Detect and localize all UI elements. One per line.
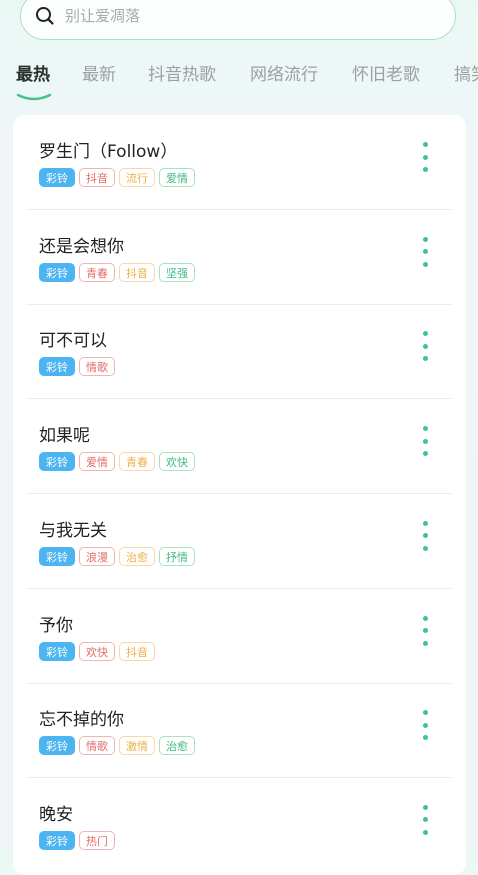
tag: 爱情 [79, 452, 115, 472]
search-icon [36, 7, 54, 25]
more-vertical-icon[interactable] [415, 142, 435, 172]
more-vertical-icon[interactable] [415, 520, 435, 551]
tag: 抖音 [119, 641, 155, 661]
more-dot [422, 640, 428, 646]
more-dot [422, 142, 428, 147]
list-item[interactable]: 予你彩铃 欢快 抖音 [13, 589, 466, 684]
song-list: 罗生门（Follow） 彩铃 抖音 流行 爱情 还是会想你 彩铃 青春 抖音 坚强 可不可以 彩铃 情歌… [13, 115, 466, 875]
list-item[interactable]: 如果呢彩铃 爱情 青春 欢快 [13, 399, 466, 495]
tag: 青春 [79, 262, 115, 282]
song-tags: 彩铃 青春 抖音 坚强 [39, 262, 195, 282]
list-item[interactable]: 与我无关彩铃 浪漫 治愈 抒情 [13, 494, 466, 589]
tab-funny[interactable]: 搞笑 [454, 60, 478, 85]
search-input[interactable] [63, 6, 427, 26]
more-dot [422, 331, 428, 337]
more-dot [422, 533, 428, 539]
more-dot [422, 356, 428, 362]
more-dot [422, 343, 428, 349]
category-tabs: 最热 最新 抖音热歌 网络流行 怀旧老歌 搞笑 [0, 56, 478, 104]
more-dot [422, 236, 428, 242]
tab-internet-popular[interactable]: 网络流行 [250, 60, 318, 85]
more-dot [422, 804, 428, 810]
ringtone-badge: 彩铃 [39, 736, 75, 756]
list-item[interactable]: 忘不掉的你彩铃 情歌 激情 治愈 [13, 683, 466, 779]
tab-douyin-hits[interactable]: 抖音热歌 [148, 60, 216, 85]
tag: 治愈 [159, 736, 195, 756]
song-tags: 彩铃 浪漫 治愈 抒情 [39, 546, 195, 566]
more-dot [422, 615, 428, 621]
song-tags: 彩铃 情歌 [39, 357, 115, 377]
more-dot [422, 167, 428, 172]
list-item[interactable]: 可不可以彩铃 情歌 [13, 304, 466, 400]
tag: 抖音 [119, 262, 155, 282]
song-title: 如果呢 [39, 426, 90, 447]
ringtone-badge: 彩铃 [39, 452, 75, 472]
more-dot [422, 438, 428, 444]
more-dot [422, 426, 428, 432]
song-title: 可不可以 [39, 331, 107, 352]
song-title: 与我无关 [39, 520, 107, 541]
tab-newest[interactable]: 最新 [82, 60, 116, 85]
more-dot [422, 545, 428, 551]
more-vertical-icon[interactable] [415, 426, 435, 457]
tag: 抒情 [159, 546, 195, 566]
tag: 青春 [119, 452, 155, 472]
tag: 抖音 [79, 168, 115, 187]
ringtone-badge: 彩铃 [39, 262, 75, 282]
more-dot [422, 722, 428, 728]
song-title: 予你 [39, 615, 73, 636]
search-bar[interactable] [20, 0, 456, 40]
song-tags: 彩铃 情歌 激情 治愈 [39, 736, 195, 756]
song-title: 还是会想你 [39, 236, 124, 257]
tag: 流行 [119, 168, 155, 187]
more-dot [422, 817, 428, 823]
active-tab-indicator [16, 93, 52, 101]
more-dot [422, 261, 428, 267]
more-vertical-icon[interactable] [415, 710, 435, 741]
more-dot [422, 520, 428, 526]
list-item[interactable]: 还是会想你彩铃 青春 抖音 坚强 [13, 210, 466, 305]
song-tags: 彩铃 抖音 流行 爱情 [39, 168, 195, 187]
tag: 热门 [79, 830, 115, 850]
more-vertical-icon[interactable] [415, 331, 435, 362]
ringtone-badge: 彩铃 [39, 830, 75, 850]
tag: 欢快 [79, 641, 115, 661]
more-vertical-icon[interactable] [415, 804, 435, 835]
song-tags: 彩铃 欢快 抖音 [39, 641, 155, 661]
tag: 坚强 [159, 262, 195, 282]
ringtone-badge: 彩铃 [39, 641, 75, 661]
tag: 欢快 [159, 452, 195, 472]
tag: 情歌 [79, 357, 115, 377]
more-dot [422, 249, 428, 255]
tab-hottest[interactable]: 最热 [16, 60, 50, 85]
more-dot [422, 735, 428, 741]
ringtone-badge: 彩铃 [39, 168, 75, 187]
list-item[interactable]: 晚安彩铃 热门 [13, 778, 466, 873]
song-title: 晚安 [39, 804, 73, 825]
tag: 爱情 [159, 168, 195, 187]
more-dot [422, 451, 428, 457]
tag: 激情 [119, 736, 155, 756]
more-dot [422, 710, 428, 716]
song-title: 罗生门（Follow） [39, 142, 178, 162]
song-title: 忘不掉的你 [39, 710, 124, 731]
more-dot [422, 829, 428, 835]
song-tags: 彩铃 爱情 青春 欢快 [39, 452, 195, 472]
tag: 浪漫 [79, 546, 115, 566]
ringtone-badge: 彩铃 [39, 546, 75, 566]
more-vertical-icon[interactable] [415, 615, 435, 646]
list-item[interactable]: 罗生门（Follow） 彩铃 抖音 流行 爱情 [13, 115, 466, 210]
song-tags: 彩铃 热门 [39, 830, 115, 850]
ringtone-badge: 彩铃 [39, 357, 75, 377]
tag: 治愈 [119, 546, 155, 566]
more-vertical-icon[interactable] [415, 236, 435, 267]
tag: 情歌 [79, 736, 115, 756]
more-dot [422, 154, 428, 160]
more-dot [422, 628, 428, 633]
tab-nostalgic[interactable]: 怀旧老歌 [352, 60, 420, 85]
